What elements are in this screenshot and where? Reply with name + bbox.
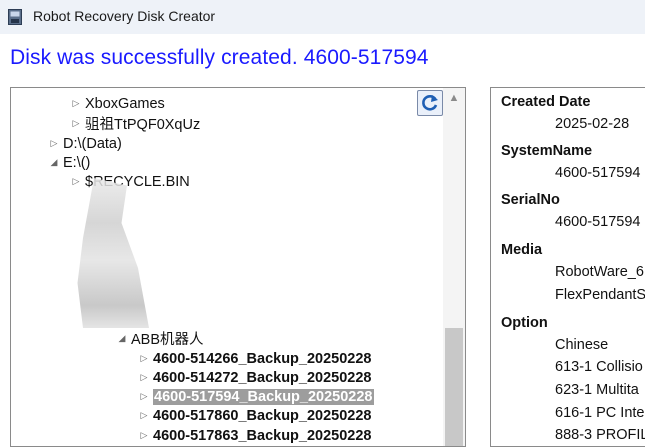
option-label: Option (501, 315, 548, 331)
tree-item-label: D:\(Data) (63, 135, 122, 152)
tree-item[interactable]: ▷ 4600-514266_Backup_20250228 (137, 349, 372, 368)
media-item: FlexPendantS (555, 287, 645, 303)
expand-arrow-icon[interactable]: ▷ (137, 430, 151, 441)
expand-arrow-icon[interactable]: ▷ (137, 410, 151, 421)
expand-arrow-icon[interactable]: ▷ (69, 176, 83, 187)
tree-item[interactable]: ◢ E:\() (47, 153, 91, 172)
expand-arrow-icon[interactable]: ▷ (47, 138, 61, 149)
expand-arrow-icon[interactable]: ▷ (69, 118, 83, 129)
scroll-thumb[interactable] (445, 328, 463, 446)
collapse-arrow-icon[interactable]: ◢ (47, 157, 61, 168)
disk-app-icon (8, 9, 22, 25)
window-title: Robot Recovery Disk Creator (33, 8, 216, 24)
tree-item-label: E:\() (63, 154, 91, 171)
expand-arrow-icon[interactable]: ▷ (137, 353, 151, 364)
expand-arrow-icon[interactable]: ▷ (69, 98, 83, 109)
tree-item-label: 驵祖TtPQF0XqUz (85, 117, 201, 133)
option-item: 616-1 PC Inte (555, 405, 645, 421)
tree-item-label: 4600-517863_Backup_20250228 (153, 427, 372, 444)
tree-item-label: 4600-514266_Backup_20250228 (153, 350, 372, 367)
tree-item[interactable]: ▷ 4600-517594_Backup_20250228 (137, 387, 374, 406)
redacted-area (77, 178, 149, 328)
option-item: 613-1 Collisio (555, 359, 643, 375)
title-bar: Robot Recovery Disk Creator (0, 0, 645, 34)
tree-item[interactable]: ▷ $RECYCLE.BIN (69, 172, 190, 191)
serial-no-value: 4600-517594 (555, 214, 641, 230)
tree-item-label: 4600-517860_Backup_20250228 (153, 407, 372, 424)
tree-item-label: 4600-517594_Backup_20250228 (153, 388, 374, 405)
tree-item[interactable]: ▷ XboxGames (69, 94, 165, 113)
created-date-label: Created Date (501, 94, 591, 110)
scroll-up-icon[interactable]: ▲ (446, 91, 462, 105)
tree-item[interactable]: ◢ ABB机器人 (115, 329, 204, 348)
system-name-value: 4600-517594 (555, 165, 641, 181)
tree-scrollbar[interactable]: ▲ (443, 88, 465, 446)
refresh-button[interactable] (417, 90, 443, 116)
backup-info-panel: Created Date 2025-02-28 SystemName 4600-… (490, 87, 645, 447)
tree-item-label: XboxGames (85, 95, 165, 112)
expand-arrow-icon[interactable]: ▷ (137, 391, 151, 402)
serial-no-label: SerialNo (501, 192, 560, 208)
option-item: Chinese (555, 337, 609, 353)
tree-item-label: ABB机器人 (131, 332, 204, 348)
option-item: 623-1 Multita (555, 382, 639, 398)
media-item: RobotWare_6 (555, 264, 644, 280)
expand-arrow-icon[interactable]: ▷ (137, 372, 151, 383)
tree-item[interactable]: ▷ D:\(Data) (47, 134, 122, 153)
created-date-value: 2025-02-28 (555, 116, 630, 132)
refresh-icon (422, 95, 438, 111)
tree-item[interactable]: ▷ 4600-514272_Backup_20250228 (137, 368, 372, 387)
tree-item[interactable]: ▷ 驵祖TtPQF0XqUz (69, 114, 201, 133)
tree-item[interactable]: ▷ 4600-517863_Backup_20250228 (137, 426, 372, 445)
media-label: Media (501, 242, 543, 258)
status-message: Disk was successfully created. 4600-5175… (10, 46, 429, 69)
tree-item[interactable]: ▷ 4600-517860_Backup_20250228 (137, 406, 372, 425)
system-name-label: SystemName (501, 143, 593, 159)
folder-tree[interactable]: ▷ XboxGames ▷ 驵祖TtPQF0XqUz ▷ D:\(Data) ◢ E:\() ▷… (10, 87, 466, 447)
collapse-arrow-icon[interactable]: ◢ (115, 333, 129, 344)
tree-item-label: 4600-514272_Backup_20250228 (153, 369, 372, 386)
